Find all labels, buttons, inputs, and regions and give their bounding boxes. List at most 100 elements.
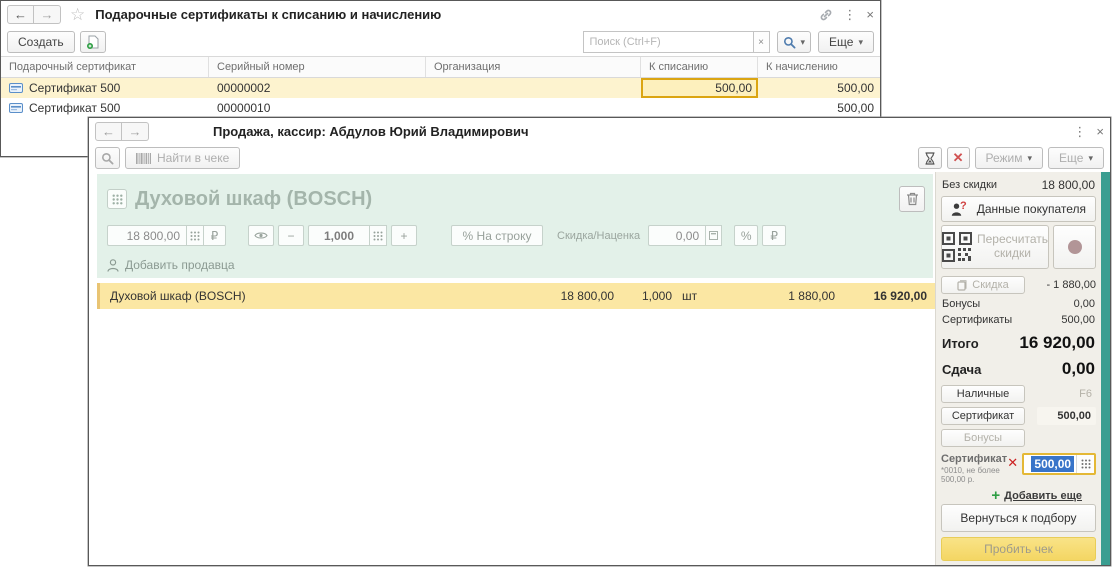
forward-button[interactable]: → bbox=[122, 121, 149, 141]
discount-percent-button[interactable]: % bbox=[734, 225, 759, 246]
bonuses-label: Бонусы bbox=[942, 298, 981, 310]
percent-per-line-button[interactable]: % На строку bbox=[451, 225, 543, 246]
search-icon bbox=[101, 152, 114, 165]
search-input[interactable] bbox=[582, 31, 753, 53]
hourglass-button[interactable] bbox=[917, 147, 942, 169]
link-icon[interactable] bbox=[819, 8, 833, 22]
sale-toolbar: Найти в чеке ✕ Режим ▾ Еще ▾ bbox=[89, 144, 1110, 172]
discount-value: - 1 880,00 bbox=[1046, 279, 1096, 291]
price-input[interactable]: 18 800,00 bbox=[107, 225, 187, 246]
quantity-keypad-icon[interactable] bbox=[370, 225, 387, 246]
chevron-down-icon: ▾ bbox=[1088, 152, 1093, 163]
column-header[interactable]: К начислению bbox=[758, 57, 880, 77]
eye-button[interactable] bbox=[248, 225, 274, 246]
sale-window: ← → Продажа, кассир: Абдулов Юрий Владим… bbox=[88, 117, 1111, 566]
search-clear-icon[interactable]: × bbox=[752, 31, 770, 53]
price-currency-button[interactable]: ₽ bbox=[204, 225, 226, 246]
column-header[interactable]: Организация bbox=[426, 57, 641, 77]
close-icon[interactable]: × bbox=[866, 8, 874, 21]
certificates-titlebar: ← → ☆ Подарочные сертификаты к списанию … bbox=[1, 1, 880, 28]
customer-icon: ? bbox=[951, 200, 971, 216]
certificate-amount-input[interactable]: 500,00 bbox=[1022, 453, 1097, 475]
menu-dots-icon[interactable]: ⋮ bbox=[1073, 125, 1086, 138]
more-button[interactable]: Еще ▾ bbox=[1048, 147, 1104, 169]
selected-cell[interactable]: 500,00 bbox=[641, 78, 758, 98]
add-seller-link[interactable]: Добавить продавца bbox=[125, 258, 235, 272]
quantity-minus-button[interactable]: − bbox=[278, 225, 304, 246]
certificates-toolbar: Создать × ▾ Еще▾ bbox=[1, 28, 880, 56]
status-indicator-button[interactable] bbox=[1053, 225, 1096, 269]
discount-button[interactable]: Скидка bbox=[941, 276, 1025, 294]
table-row[interactable]: Сертификат 500 00000002 500,00 500,00 bbox=[1, 78, 880, 98]
search-icon bbox=[783, 36, 796, 49]
total-label: Итого bbox=[942, 335, 979, 351]
plus-icon: + bbox=[991, 487, 1001, 504]
change-value: 0,00 bbox=[1061, 359, 1095, 378]
mode-button[interactable]: Режим ▾ bbox=[974, 147, 1044, 169]
create-button[interactable]: Создать bbox=[7, 31, 75, 53]
certificate-card-icon bbox=[9, 103, 23, 113]
receipt-list: Духовой шкаф (BOSCH) 18 800,00 1,000 шт … bbox=[89, 278, 935, 565]
column-header[interactable]: К списанию bbox=[641, 57, 758, 77]
quantity-input[interactable]: 1,000 bbox=[308, 225, 370, 246]
no-discount-value: 18 800,00 bbox=[1041, 178, 1095, 192]
certificates-value: 500,00 bbox=[1061, 314, 1095, 326]
discount-currency-button[interactable]: ₽ bbox=[762, 225, 787, 246]
back-button[interactable]: ← bbox=[7, 5, 34, 24]
find-in-receipt-button[interactable]: Найти в чеке bbox=[125, 147, 241, 169]
certificate-amount: 500,00 bbox=[1037, 407, 1096, 425]
red-x-icon: ✕ bbox=[952, 150, 964, 165]
keypad-icon[interactable] bbox=[1076, 455, 1095, 473]
line-discount-calendar-icon[interactable] bbox=[706, 225, 723, 246]
table-header: Подарочный сертификат Серийный номер Орг… bbox=[1, 56, 880, 78]
product-name: Духовой шкаф (BOSCH) bbox=[135, 187, 373, 210]
certificate-button[interactable]: Сертификат bbox=[941, 407, 1025, 425]
more-button[interactable]: Еще ▾ bbox=[818, 31, 874, 53]
cash-button[interactable]: Наличные bbox=[941, 385, 1025, 403]
price-keypad-icon[interactable] bbox=[187, 225, 204, 246]
chevron-down-icon: ▾ bbox=[858, 36, 863, 47]
window-title: Подарочные сертификаты к списанию и начи… bbox=[95, 7, 442, 22]
quantity-plus-button[interactable]: + bbox=[391, 225, 417, 246]
column-header[interactable]: Подарочный сертификат bbox=[1, 57, 209, 77]
copy-document-icon bbox=[86, 35, 100, 50]
chevron-down-icon: ▾ bbox=[1027, 152, 1033, 163]
add-more-link[interactable]: Добавить еще bbox=[1004, 490, 1082, 502]
product-grid-button[interactable] bbox=[107, 189, 127, 209]
hourglass-icon bbox=[924, 151, 936, 165]
status-dot-icon bbox=[1067, 240, 1082, 254]
menu-dots-icon[interactable]: ⋮ bbox=[843, 8, 856, 21]
column-header[interactable]: Серийный номер bbox=[209, 57, 426, 77]
search-options-button[interactable]: ▾ bbox=[776, 31, 812, 53]
search-button[interactable] bbox=[95, 147, 120, 169]
copy-document-button[interactable] bbox=[79, 31, 106, 53]
current-product-panel: Духовой шкаф (BOSCH) 18 800,00 ₽ − 1,000… bbox=[97, 174, 933, 278]
table-row[interactable]: Сертификат 500 00000010 500,00 bbox=[1, 98, 880, 118]
forward-button[interactable]: → bbox=[34, 5, 61, 24]
cancel-button[interactable]: ✕ bbox=[946, 147, 970, 169]
remove-certificate-icon[interactable]: ✕ bbox=[1007, 455, 1018, 471]
payment-panel: Без скидки 18 800,00 ? Данные покупателя… bbox=[935, 172, 1101, 565]
delete-line-button[interactable] bbox=[899, 186, 925, 212]
submit-receipt-button[interactable]: Пробить чек bbox=[941, 537, 1096, 561]
receipt-area: Духовой шкаф (BOSCH) 18 800,00 ₽ − 1,000… bbox=[89, 172, 935, 565]
favorite-star-icon[interactable]: ☆ bbox=[70, 5, 85, 25]
bonuses-button[interactable]: Бонусы bbox=[941, 429, 1025, 447]
close-icon[interactable]: × bbox=[1096, 125, 1104, 138]
back-button[interactable]: ← bbox=[95, 121, 122, 141]
return-to-selection-button[interactable]: Вернуться к подбору bbox=[941, 504, 1096, 532]
bonuses-value: 0,00 bbox=[1073, 298, 1095, 310]
certificates-label: Сертификаты bbox=[942, 314, 1013, 326]
cash-hotkey: F6 bbox=[1079, 388, 1092, 400]
change-label: Сдача bbox=[942, 361, 982, 377]
recalculate-discounts-button[interactable]: Пересчитать скидки bbox=[941, 225, 1049, 269]
qr-code-icon bbox=[942, 232, 972, 262]
certificate-card-icon bbox=[9, 83, 23, 93]
line-discount-input[interactable]: 0,00 bbox=[648, 225, 707, 246]
panel-accent-strip bbox=[1101, 172, 1110, 565]
barcode-icon bbox=[136, 152, 151, 164]
applied-certificate-note: *0010, не более 500,00 р. bbox=[941, 466, 1000, 484]
receipt-row-selected[interactable]: Духовой шкаф (BOSCH) 18 800,00 1,000 шт … bbox=[97, 283, 935, 309]
discount-markup-label: Скидка/Наценка bbox=[557, 229, 641, 242]
customer-data-button[interactable]: ? Данные покупателя bbox=[941, 196, 1096, 222]
